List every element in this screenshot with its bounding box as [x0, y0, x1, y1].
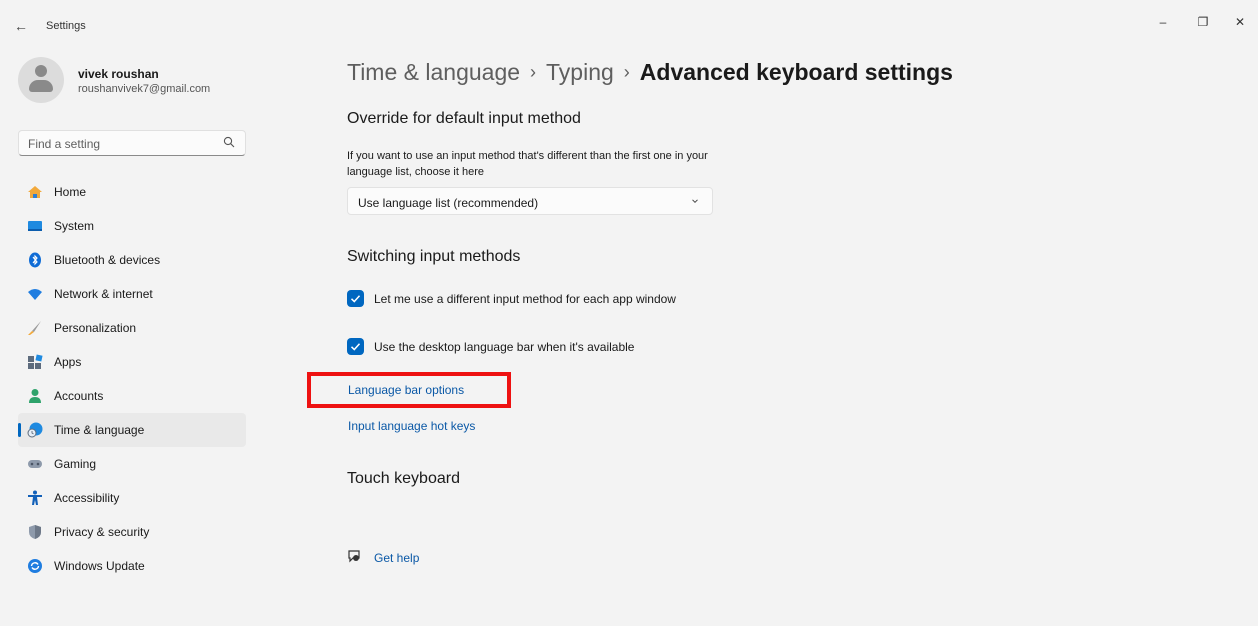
desktop-language-bar-checkbox[interactable]: [347, 338, 364, 355]
globe-clock-icon: [27, 422, 43, 438]
sidebar-item-label: Windows Update: [54, 559, 145, 573]
input-language-hot-keys-link[interactable]: Input language hot keys: [348, 419, 475, 433]
get-help-link[interactable]: Get help: [374, 551, 419, 565]
active-indicator: [18, 423, 21, 437]
sidebar-nav: Home System Bluetooth & devices Network …: [18, 175, 246, 583]
sidebar-item-label: Accounts: [54, 389, 104, 403]
apps-icon: [28, 354, 43, 369]
close-button[interactable]: ✕: [1230, 14, 1250, 30]
settings-window: ← Settings – ❐ ✕ vivek roushan roushanvi…: [0, 0, 1258, 626]
breadcrumb: Time & language › Typing › Advanced keyboard…: [347, 59, 953, 86]
sidebar-item-label: Apps: [54, 355, 82, 369]
get-help-icon[interactable]: [347, 549, 361, 563]
home-icon: [28, 186, 42, 198]
sidebar-item-label: System: [54, 219, 95, 233]
sidebar-item-system[interactable]: System: [18, 209, 246, 243]
dropdown-value: Use language list (recommended): [358, 196, 539, 210]
title-bar: ← Settings – ❐ ✕: [0, 0, 1258, 40]
page-title: Advanced keyboard settings: [639, 59, 953, 85]
breadcrumb-typing[interactable]: Typing: [546, 59, 614, 85]
sidebar-item-accounts[interactable]: Accounts: [18, 379, 246, 413]
accessibility-icon: [28, 490, 42, 505]
chevron-down-icon: [692, 199, 698, 204]
profile-email: roushanvivek7@gmail.com: [78, 83, 211, 95]
search-input[interactable]: Find a setting: [18, 130, 246, 156]
desktop-language-bar-label: Use the desktop language bar when it's a…: [374, 340, 635, 354]
sidebar-item-apps[interactable]: Apps: [18, 345, 246, 379]
sidebar-item-gaming[interactable]: Gaming: [18, 447, 246, 481]
sidebar-item-time-language[interactable]: Time & language: [18, 413, 246, 447]
sidebar-item-personalization[interactable]: Personalization: [18, 311, 246, 345]
avatar-body-icon: [29, 80, 53, 92]
checkmark-icon: [350, 343, 361, 351]
search-placeholder: Find a setting: [28, 137, 101, 151]
sidebar-item-home[interactable]: Home: [18, 175, 246, 209]
back-arrow-icon[interactable]: ←: [14, 18, 30, 34]
sidebar-item-network[interactable]: Network & internet: [18, 277, 246, 311]
sidebar-item-label: Bluetooth & devices: [54, 253, 161, 267]
brush-icon: [28, 321, 41, 335]
input-method-dropdown[interactable]: Use language list (recommended): [347, 187, 713, 215]
sidebar-item-label: Personalization: [54, 321, 137, 335]
sidebar-item-label: Home: [54, 185, 87, 199]
per-app-input-label: Let me use a different input method for …: [374, 292, 676, 306]
wifi-icon: [28, 289, 42, 300]
sidebar-item-privacy[interactable]: Privacy & security: [18, 515, 246, 549]
sidebar-item-label: Gaming: [54, 457, 97, 471]
update-icon: [28, 559, 42, 573]
sidebar-item-label: Network & internet: [54, 287, 153, 301]
override-heading: Override for default input method: [347, 110, 581, 127]
sidebar-item-label: Time & language: [54, 423, 145, 437]
sidebar-item-windows-update[interactable]: Windows Update: [18, 549, 246, 583]
switching-heading: Switching input methods: [347, 248, 521, 265]
avatar-head-icon: [35, 65, 47, 77]
per-app-input-checkbox[interactable]: [347, 290, 364, 307]
touch-keyboard-heading: Touch keyboard: [347, 470, 460, 487]
gamepad-icon: [28, 460, 42, 468]
checkmark-icon: [350, 295, 361, 303]
minimize-button[interactable]: –: [1153, 14, 1173, 30]
sidebar-item-bluetooth[interactable]: Bluetooth & devices: [18, 243, 246, 277]
person-icon: [29, 389, 41, 403]
breadcrumb-separator: ›: [623, 62, 630, 82]
avatar[interactable]: [18, 57, 64, 103]
search-icon[interactable]: [223, 136, 235, 148]
breadcrumb-separator: ›: [530, 62, 537, 82]
override-description: If you want to use an input method that'…: [347, 150, 708, 178]
breadcrumb-time-language[interactable]: Time & language: [347, 59, 520, 85]
profile-name: vivek roushan: [78, 67, 159, 81]
sidebar-item-label: Accessibility: [54, 491, 120, 505]
sidebar-item-label: Privacy & security: [54, 525, 150, 539]
system-icon: [28, 221, 42, 231]
sidebar-item-accessibility[interactable]: Accessibility: [18, 481, 246, 515]
shield-icon: [29, 525, 41, 539]
bluetooth-icon: [29, 252, 41, 268]
app-title: Settings: [46, 20, 86, 32]
maximize-button[interactable]: ❐: [1193, 14, 1213, 30]
language-bar-options-link[interactable]: Language bar options: [348, 383, 464, 397]
